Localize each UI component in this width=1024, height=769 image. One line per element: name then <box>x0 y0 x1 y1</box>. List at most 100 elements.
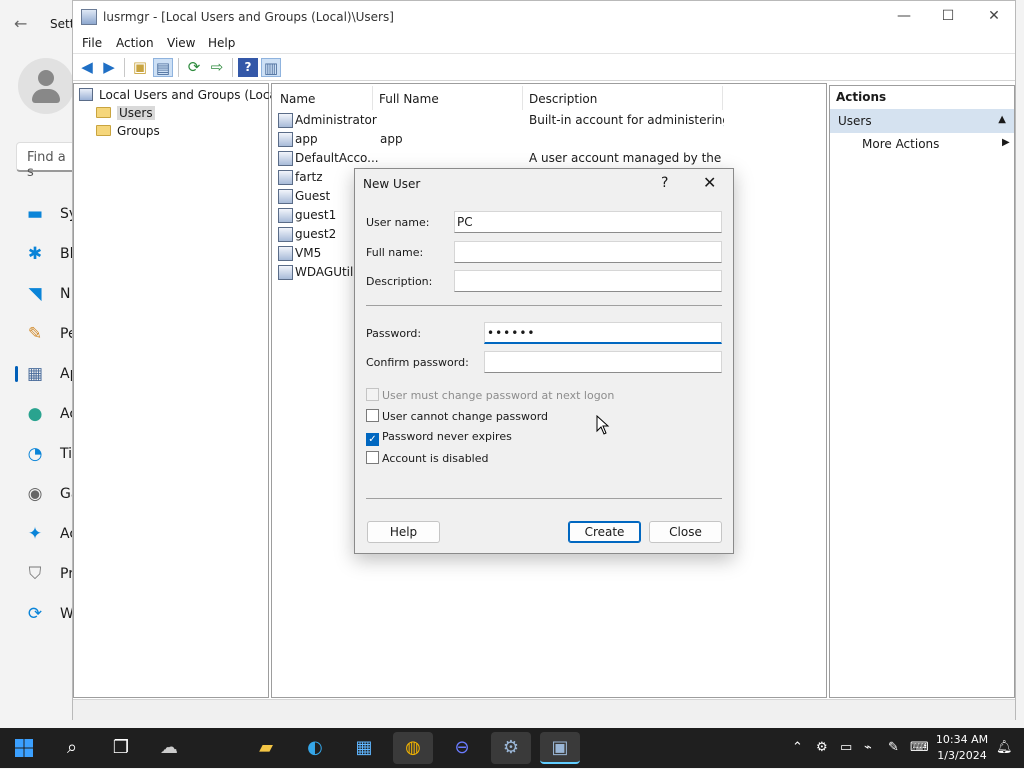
task-view-icon[interactable]: ❐ <box>101 732 141 764</box>
system-icon: ▬ <box>26 204 44 224</box>
weather-icon[interactable]: ☁ <box>149 732 189 764</box>
column-separator[interactable] <box>372 86 373 110</box>
show-hide-tree-icon[interactable]: ▤ <box>153 58 173 77</box>
tree-item-groups[interactable]: Groups <box>96 124 160 138</box>
help-button[interactable]: Help <box>367 521 440 543</box>
minimize-button[interactable]: — <box>881 1 927 33</box>
up-folder-icon[interactable]: ▣ <box>130 58 150 77</box>
fullname-label: Full name: <box>366 246 424 259</box>
separator-line <box>366 498 722 499</box>
username-field[interactable]: PC <box>454 211 722 233</box>
status-bar <box>73 699 1015 720</box>
edge-icon[interactable]: ◐ <box>295 732 335 764</box>
computer-icon <box>79 88 93 101</box>
account-disabled-option[interactable]: Account is disabled <box>366 451 489 465</box>
clock-time: 10:34 AM <box>935 733 989 746</box>
password-label: Password: <box>366 327 422 340</box>
export-list-icon[interactable]: ⇨ <box>207 58 227 77</box>
column-header-name[interactable]: Name <box>280 92 315 106</box>
actions-section-users[interactable]: Users ▲ <box>830 109 1014 133</box>
checkmark-icon[interactable]: ✓ <box>366 433 379 446</box>
collapse-up-icon[interactable]: ▲ <box>998 114 1006 125</box>
password-never-expires-option[interactable]: ✓ Password never expires <box>366 430 512 446</box>
network-icon: ◥ <box>28 284 42 304</box>
menu-file[interactable]: File <box>82 36 102 50</box>
user-icon <box>278 113 293 128</box>
table-row[interactable]: app app <box>278 130 818 149</box>
taskbar: ⌕ ❐ ☁ ▰ ◐ ▦ ◍ ⊖ ⚙ ▣ ⌃ ⚙ ▭ ⌁ ✎ ⌨ 10:34 AM… <box>0 728 1024 768</box>
checkbox[interactable] <box>366 388 379 401</box>
show-hidden-icons-chevron-icon[interactable]: ⌃ <box>792 740 803 755</box>
dialog-help-icon[interactable]: ? <box>661 175 668 191</box>
tray-app-icon[interactable]: ⚙ <box>816 740 828 755</box>
folder-icon <box>96 125 111 136</box>
column-header-description[interactable]: Description <box>529 92 597 106</box>
tree-root[interactable]: Local Users and Groups (Local) <box>79 88 285 102</box>
column-separator[interactable] <box>722 86 723 110</box>
settings-icon[interactable]: ⚙ <box>491 732 531 764</box>
windows-update-icon: ⟳ <box>27 604 43 624</box>
toolbar-separator <box>232 58 233 77</box>
network-status-icon[interactable]: ⌁ <box>864 740 872 755</box>
confirm-password-field[interactable] <box>484 351 722 373</box>
must-change-password-option[interactable]: User must change password at next logon <box>366 388 614 402</box>
dialog-close-icon[interactable]: ✕ <box>703 173 716 192</box>
cannot-change-password-option[interactable]: User cannot change password <box>366 409 548 423</box>
confirm-password-label: Confirm password: <box>366 356 469 369</box>
lusrmgr-app-icon <box>81 9 97 25</box>
maximize-button[interactable]: ☐ <box>925 1 971 33</box>
notification-bell-icon[interactable]: 🔔︎ <box>996 740 1013 755</box>
close-button[interactable]: ✕ <box>971 1 1017 33</box>
user-icon <box>278 246 293 261</box>
toolbar-separator <box>124 58 125 77</box>
title-bar[interactable]: lusrmgr - [Local Users and Groups (Local… <box>73 1 1015 33</box>
column-separator[interactable] <box>522 86 523 110</box>
column-header-full-name[interactable]: Full Name <box>379 92 439 106</box>
password-field[interactable]: •••••• <box>484 322 722 344</box>
pen-icon[interactable]: ✎ <box>888 740 899 755</box>
window-title: lusrmgr - [Local Users and Groups (Local… <box>103 10 394 24</box>
menu-action[interactable]: Action <box>116 36 154 50</box>
lusrmgr-taskbar-icon[interactable]: ▣ <box>540 732 580 764</box>
accessibility-icon: ✦ <box>27 524 43 544</box>
gaming-icon: ◉ <box>27 484 43 504</box>
search-icon[interactable]: ⌕ <box>52 732 92 764</box>
start-icon[interactable] <box>4 732 44 764</box>
mouse-cursor-icon <box>596 415 610 435</box>
avatar[interactable] <box>18 58 74 114</box>
refresh-icon[interactable]: ⟳ <box>184 58 204 77</box>
accounts-icon: ● <box>27 404 43 424</box>
show-action-pane-icon[interactable]: ▥ <box>261 58 281 77</box>
description-label: Description: <box>366 275 433 288</box>
username-label: User name: <box>366 216 430 229</box>
menu-view[interactable]: View <box>167 36 195 50</box>
keyboard-icon[interactable]: ⌨ <box>910 740 929 755</box>
back-icon[interactable]: ◀ <box>77 58 97 77</box>
tree-item-users[interactable]: Users <box>96 106 155 120</box>
file-explorer-icon[interactable]: ▰ <box>246 732 286 764</box>
actions-header: Actions <box>836 90 887 104</box>
more-actions-item[interactable]: More Actions <box>862 137 939 151</box>
tray-display-icon[interactable]: ▭ <box>840 740 852 755</box>
windows-logo-icon <box>15 739 33 757</box>
clock-date: 1/3/2024 <box>937 749 987 762</box>
back-arrow-icon[interactable]: ← <box>14 14 27 33</box>
description-field[interactable] <box>454 270 722 292</box>
checkbox[interactable] <box>366 451 379 464</box>
create-button[interactable]: Create <box>568 521 641 543</box>
app-e-icon[interactable]: ⊖ <box>442 732 482 764</box>
forward-icon[interactable]: ▶ <box>99 58 119 77</box>
chrome-icon[interactable]: ◍ <box>393 732 433 764</box>
table-row[interactable]: DefaultAcco... A user account managed by … <box>278 149 818 168</box>
fullname-field[interactable] <box>454 241 722 263</box>
user-icon <box>278 189 293 204</box>
help-icon[interactable]: ? <box>238 58 258 77</box>
checkbox[interactable] <box>366 409 379 422</box>
toolbar: ◀ ▶ ▣ ▤ ⟳ ⇨ ? ▥ <box>73 54 1015 81</box>
store-icon[interactable]: ▦ <box>344 732 384 764</box>
system-clock[interactable]: 10:34 AM 1/3/2024 <box>934 732 990 764</box>
user-icon <box>278 208 293 223</box>
close-dialog-button[interactable]: Close <box>649 521 722 543</box>
table-row[interactable]: Administrator Built-in account for admini… <box>278 111 818 130</box>
menu-help[interactable]: Help <box>208 36 235 50</box>
